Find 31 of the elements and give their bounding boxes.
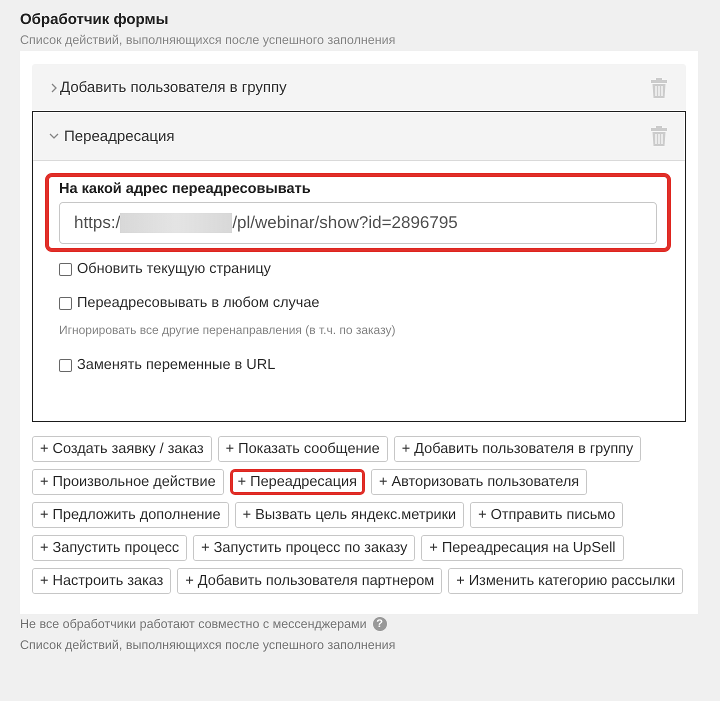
action-title[interactable]: Добавить пользователя в группу xyxy=(60,79,651,96)
checkbox-label[interactable]: Переадресовывать в любом случае xyxy=(77,295,320,311)
checkbox[interactable] xyxy=(59,296,72,310)
add-action-button[interactable]: + Изменить категорию рассылки xyxy=(448,568,684,594)
add-action-button[interactable]: + Переадресация на UpSell xyxy=(421,535,624,561)
add-action-button[interactable]: + Настроить заказ xyxy=(32,568,172,594)
add-action-button[interactable]: + Добавить пользователя партнером xyxy=(177,568,442,594)
add-action-button[interactable]: + Запустить процесс по заказу xyxy=(193,535,416,561)
checkbox-label[interactable]: Обновить текущую страницу xyxy=(77,261,271,277)
footer-subtitle: Список действий, выполняющихся после успешного заполнения xyxy=(20,638,396,652)
add-action-button[interactable]: + Произвольное действие xyxy=(32,469,224,495)
add-action-button[interactable]: + Переадресация xyxy=(230,469,365,495)
checkbox[interactable] xyxy=(59,358,72,372)
add-action-button[interactable]: + Добавить пользователя в группу xyxy=(394,436,642,462)
add-action-button[interactable]: + Предложить дополнение xyxy=(32,502,229,528)
url-field[interactable]: https:/ /pl/webinar/show?id=2896795 xyxy=(59,202,657,244)
option-hint: Игнорировать все другие перенаправления (в т.ч. по заказу) xyxy=(59,323,396,337)
field-label: На какой адрес переадресовывать xyxy=(59,181,311,197)
section-title: Обработчик формы xyxy=(20,11,168,28)
messenger-note: Не все обработчики работают совместно с мессенджерами xyxy=(20,617,367,631)
add-action-button[interactable]: + Запустить процесс xyxy=(32,535,188,561)
checkbox[interactable] xyxy=(59,262,72,276)
checkbox-label[interactable]: Заменять переменные в URL xyxy=(77,357,276,373)
add-action-button[interactable]: + Авторизовать пользователя xyxy=(371,469,588,495)
chevron-right-icon[interactable] xyxy=(49,82,59,92)
add-action-button[interactable]: + Показать сообщение xyxy=(218,436,388,462)
add-action-button[interactable]: + Отправить письмо xyxy=(470,502,624,528)
section-subtitle: Список действий, выполняющихся после успешного заполнения xyxy=(20,33,396,47)
chevron-down-icon[interactable] xyxy=(49,131,59,141)
add-action-button[interactable]: + Вызвать цель яндекс.метрики xyxy=(234,502,464,528)
add-action-button[interactable]: + Создать заявку / заказ xyxy=(32,436,212,462)
